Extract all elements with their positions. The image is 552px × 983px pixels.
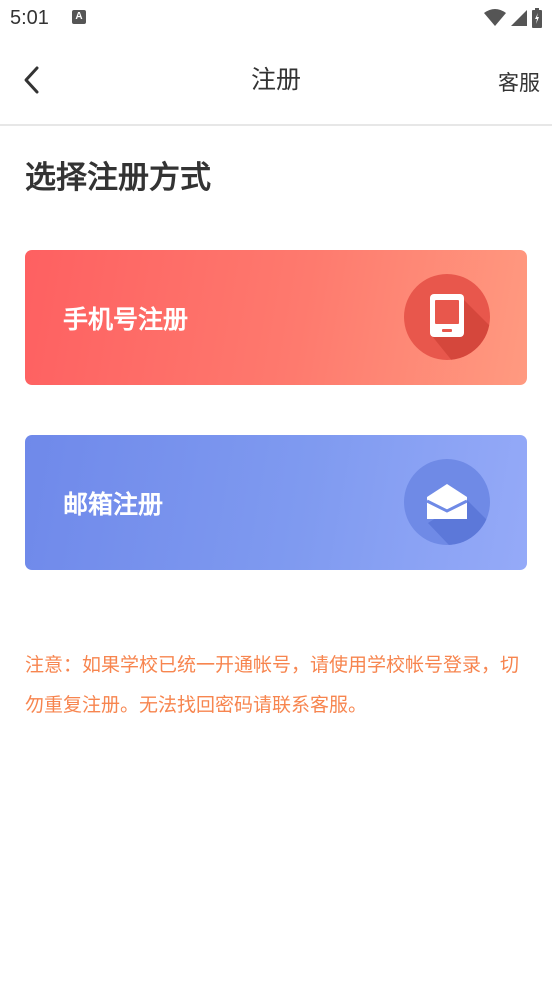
battery-icon (532, 8, 542, 28)
email-register-card[interactable]: 邮箱注册 (25, 435, 527, 570)
mail-icon (404, 459, 490, 545)
page-title: 注册 (250, 65, 301, 94)
status-time: 5:01 (10, 7, 49, 29)
section-heading: 选择注册方式 (25, 160, 211, 196)
nav-bar: 注册 客服 (0, 38, 552, 126)
notice-text: 注意：如果学校已统一开通帐号，请使用学校帐号登录，切勿重复注册。无法找回密码请联… (25, 654, 520, 716)
status-icons (484, 6, 542, 30)
status-bar: 5:01 A (0, 0, 552, 38)
wifi-icon (484, 9, 506, 26)
keyboard-indicator-icon: A (72, 10, 86, 24)
phone-icon (404, 274, 490, 360)
phone-register-label: 手机号注册 (63, 304, 189, 334)
signal-icon (511, 10, 527, 26)
customer-service-link[interactable]: 客服 (498, 67, 540, 97)
email-register-label: 邮箱注册 (63, 489, 164, 519)
phone-register-card[interactable]: 手机号注册 (25, 250, 527, 385)
